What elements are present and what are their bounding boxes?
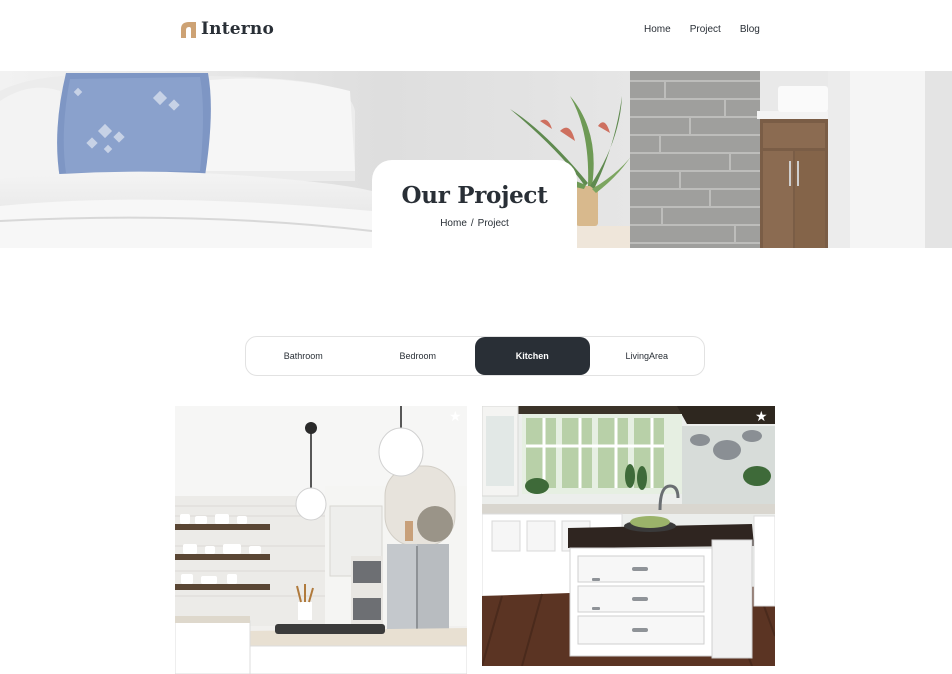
page-title: Our Project bbox=[401, 182, 548, 209]
kitchen-image bbox=[482, 406, 775, 666]
breadcrumb-home[interactable]: Home bbox=[440, 218, 467, 229]
star-icon[interactable]: ★ bbox=[755, 409, 768, 423]
star-icon[interactable]: ★ bbox=[449, 409, 462, 423]
project-category-tabs: Bathroom Bedroom Kitchen LivingArea bbox=[245, 336, 705, 376]
tab-kitchen[interactable]: Kitchen bbox=[475, 337, 590, 375]
nav-home[interactable]: Home bbox=[644, 24, 671, 36]
page-title-card: Our Project Home / Project bbox=[372, 160, 577, 250]
breadcrumb-current: Project bbox=[477, 218, 509, 229]
brand-name: Interno bbox=[201, 19, 275, 39]
tab-bathroom[interactable]: Bathroom bbox=[246, 337, 361, 375]
kitchen-photo-1[interactable]: ★ bbox=[175, 406, 467, 674]
nav-project[interactable]: Project bbox=[690, 24, 721, 36]
logo-icon bbox=[181, 21, 196, 38]
tab-livingarea[interactable]: LivingArea bbox=[590, 337, 705, 375]
kitchen-image bbox=[175, 406, 467, 674]
breadcrumb: Home / Project bbox=[372, 218, 577, 229]
kitchen-photo-2[interactable]: ★ bbox=[482, 406, 775, 666]
main-nav: Home Project Blog bbox=[644, 24, 779, 36]
nav-blog[interactable]: Blog bbox=[740, 24, 760, 36]
tab-bedroom[interactable]: Bedroom bbox=[361, 337, 476, 375]
brand-logo[interactable]: Interno bbox=[180, 19, 274, 39]
breadcrumb-separator: / bbox=[470, 218, 474, 229]
